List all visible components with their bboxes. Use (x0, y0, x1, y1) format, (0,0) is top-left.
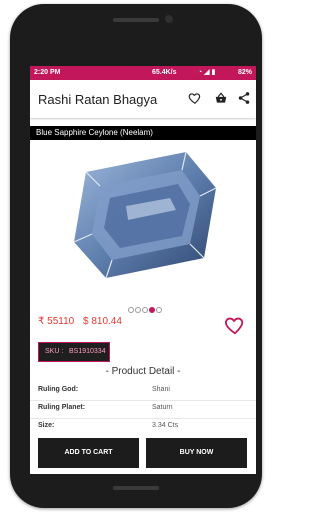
detail-value: Shani (152, 386, 170, 393)
image-carousel-dots[interactable] (128, 300, 163, 318)
app-title: Rashi Ratan Bhagya (38, 92, 158, 107)
share-icon[interactable] (237, 91, 251, 105)
wishlist-heart-icon[interactable] (224, 314, 246, 336)
price-block: ₹ 55110 $ 810.44 (38, 316, 128, 327)
detail-key: Ruling Planet: (38, 404, 86, 411)
phone-frame: 2:20 PM 65.4K/s ◔ ◢ ▮ 82% Rashi Ratan Bh… (10, 4, 262, 508)
carousel-dot[interactable] (128, 307, 134, 313)
app-bar: Rashi Ratan Bhagya (30, 80, 256, 118)
basket-icon[interactable] (214, 91, 228, 105)
carousel-dot[interactable] (135, 307, 141, 313)
price-usd: $ 810.44 (83, 316, 122, 327)
sku-value: BS1910334 (69, 348, 106, 355)
front-camera (165, 15, 173, 23)
detail-row-ruling-god: Ruling God: Shani (30, 382, 256, 400)
carousel-dot[interactable] (156, 307, 162, 313)
heart-icon[interactable] (188, 91, 202, 105)
detail-value: 3.34 Cts (152, 422, 179, 429)
sku-label: SKU : (45, 348, 64, 355)
status-network-speed: 65.4K/s (152, 69, 177, 76)
bottom-speaker (113, 486, 159, 490)
app-screen: 2:20 PM 65.4K/s ◔ ◢ ▮ 82% Rashi Ratan Bh… (30, 66, 256, 474)
status-bar: 2:20 PM 65.4K/s ◔ ◢ ▮ 82% (30, 66, 256, 80)
status-battery: 82% (238, 69, 253, 76)
detail-row-ruling-planet: Ruling Planet: Saturn (30, 400, 256, 418)
add-to-cart-button[interactable]: ADD TO CART (38, 438, 139, 468)
status-time: 2:20 PM (34, 69, 61, 76)
product-name-bar: Blue Sapphire Ceylone (Neelam) (30, 126, 256, 140)
detail-value: Saturn (152, 404, 173, 411)
product-detail-title: - Product Detail - (105, 366, 181, 377)
carousel-dot-active[interactable] (149, 307, 155, 313)
detail-key: Size: (38, 422, 55, 429)
carousel-dot[interactable] (142, 307, 148, 313)
detail-key: Ruling God: (38, 386, 79, 393)
buy-now-button[interactable]: BUY NOW (146, 438, 247, 468)
product-name: Blue Sapphire Ceylone (Neelam) (36, 128, 153, 137)
detail-row-size: Size: 3.34 Cts (30, 418, 256, 436)
top-speaker (113, 18, 159, 22)
gem-image[interactable] (66, 146, 224, 282)
status-signal-icons: ◔ ◢ ▮ (198, 69, 216, 76)
sku-badge: SKU : BS1910334 (38, 342, 110, 362)
price-inr: ₹ 55110 (38, 316, 75, 327)
